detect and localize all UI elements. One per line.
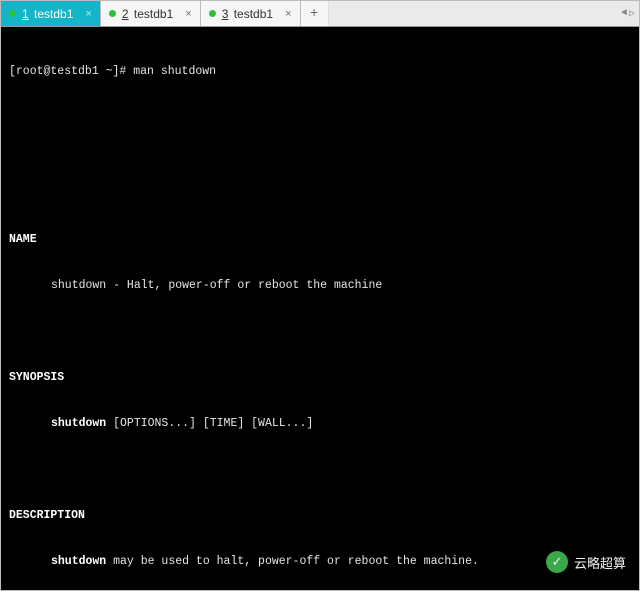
status-dot-icon [209, 10, 216, 17]
tab-label: testdb1 [134, 7, 173, 21]
status-dot-icon [9, 10, 16, 17]
tab-number: 3 [222, 7, 229, 21]
tab-label: testdb1 [234, 7, 273, 21]
tab-bar: 1 testdb1 × 2 testdb1 × 3 testdb1 × + ◄ … [1, 1, 639, 27]
close-icon[interactable]: × [285, 8, 291, 20]
tab-3[interactable]: 3 testdb1 × [201, 1, 301, 26]
desc-cmd: shutdown [51, 555, 106, 568]
status-dot-icon [109, 10, 116, 17]
new-tab-button[interactable]: + [301, 1, 329, 26]
desc-line1: may be used to halt, power-off or reboot… [106, 555, 479, 568]
terminal-window: 1 testdb1 × 2 testdb1 × 3 testdb1 × + ◄ … [0, 0, 640, 591]
close-icon[interactable]: × [85, 8, 91, 20]
watermark: ✓ 云略超算 [546, 551, 626, 573]
tab-scroll-right-icon[interactable]: ▷ [629, 8, 635, 20]
wechat-icon: ✓ [546, 551, 568, 573]
terminal-output[interactable]: [root@testdb1 ~]# man shutdown NAME shut… [1, 27, 639, 590]
tab-scroll-left-icon[interactable]: ◄ [621, 8, 627, 19]
tab-1[interactable]: 1 testdb1 × [1, 1, 101, 26]
name-line: shutdown - Halt, power-off or reboot the… [9, 278, 631, 294]
synopsis-args: [OPTIONS...] [TIME] [WALL...] [106, 417, 313, 430]
shell-prompt: [root@testdb1 ~]# [9, 65, 133, 78]
command-text: man shutdown [133, 65, 216, 78]
watermark-text: 云略超算 [574, 553, 626, 572]
man-page: NAME shutdown - Halt, power-off or reboo… [9, 201, 631, 590]
section-name: NAME [9, 232, 631, 248]
tab-2[interactable]: 2 testdb1 × [101, 1, 201, 26]
synopsis-cmd: shutdown [51, 417, 106, 430]
section-synopsis: SYNOPSIS [9, 370, 631, 386]
tab-number: 2 [122, 7, 129, 21]
section-description: DESCRIPTION [9, 508, 631, 524]
tab-label: testdb1 [34, 7, 73, 21]
close-icon[interactable]: × [185, 8, 191, 20]
tab-number: 1 [22, 7, 29, 21]
